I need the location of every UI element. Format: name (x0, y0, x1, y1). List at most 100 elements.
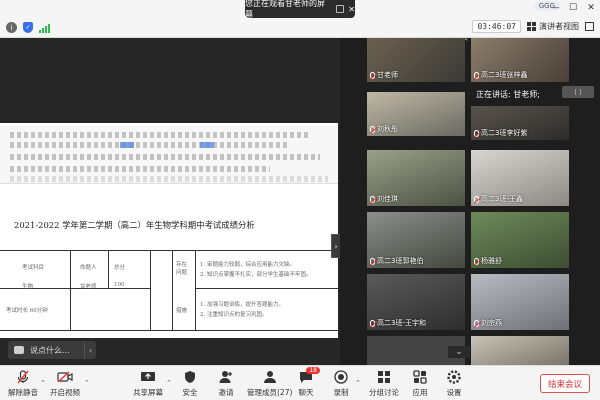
audio-options-caret[interactable]: ⌃ (40, 379, 46, 387)
minimize-button[interactable]: — (546, 0, 564, 16)
share-screen-icon (140, 370, 156, 384)
meeting-toolbar: 解除静音 ⌃ 开启视频 ⌃ 共享屏幕 ⌃ 安全 邀请 管理成员(27) 18 聊… (0, 365, 600, 400)
video-tile[interactable]: 高二3班-王宇和 (367, 274, 465, 330)
table-note: 2. 注重知识点的复习巩固。 (200, 312, 268, 318)
float-window-button[interactable]: ⟨ ⟩ (562, 86, 594, 98)
mic-muted-icon (15, 370, 31, 384)
video-tile[interactable]: 刘秋彤 (367, 92, 465, 136)
apps-label: 应用 (412, 388, 428, 397)
invite-button[interactable]: 邀请 (218, 370, 234, 398)
table-side-label: 存在问题 (176, 262, 188, 276)
share-options-caret[interactable]: ⌃ (166, 379, 172, 387)
participant-name: 高二3班-王鑫 (481, 195, 523, 203)
table-side-label: 措施 (176, 308, 188, 314)
chat-quick-input[interactable]: 说点什么... ‹ (8, 341, 96, 359)
add-user-icon (218, 370, 234, 384)
apps-button[interactable]: 应用 (412, 370, 428, 398)
camera-off-icon (57, 370, 73, 384)
video-tile[interactable]: 刘佳琪 (367, 150, 465, 206)
table-note: 1. 审题能力较弱，综合应用能力欠缺。 (200, 262, 295, 268)
start-video-label: 开启视频 (50, 388, 80, 397)
muted-mic-icon (370, 71, 375, 79)
document-toolbar (0, 126, 338, 184)
muted-mic-icon (370, 125, 375, 133)
unmute-button[interactable]: 解除静音 (8, 370, 38, 398)
collapse-gallery-button[interactable]: › (331, 234, 340, 258)
table-cell: 考试时长 60分钟 (6, 308, 48, 314)
table-cell: 甘老师 (80, 284, 97, 290)
breakout-icon (376, 370, 392, 384)
table-cell: 生物 (22, 284, 34, 290)
signal-strength-icon[interactable] (39, 23, 50, 33)
chat-unread-badge: 18 (306, 367, 320, 374)
apps-icon (412, 370, 428, 384)
chat-label: 聊天 (298, 388, 314, 397)
shield-icon[interactable]: ✓ (23, 22, 33, 33)
settings-button[interactable]: 设置 (446, 370, 462, 398)
share-screen-label: 共享屏幕 (133, 388, 163, 397)
table-cell: 命题人 (80, 265, 97, 271)
security-label: 安全 (182, 388, 198, 397)
fullscreen-icon[interactable] (585, 22, 594, 31)
share-screen-button[interactable]: 共享屏幕 (133, 370, 163, 398)
table-cell: 考试科目 (22, 265, 45, 271)
end-meeting-button[interactable]: 结束会议 (540, 374, 590, 393)
shield-icon (182, 370, 198, 384)
say-placeholder: 说点什么... (30, 345, 70, 355)
muted-mic-icon (474, 195, 479, 203)
unmute-label: 解除静音 (8, 388, 38, 397)
document-title: 2021-2022 学年第二学期（高二）年生物学科期中考试成绩分析 (14, 220, 255, 230)
collapse-input-button[interactable]: ‹ (84, 341, 96, 359)
participant-name: 杨雅舒 (481, 257, 502, 265)
info-icon[interactable]: i (6, 22, 17, 33)
chat-bubble-icon (14, 346, 24, 354)
video-options-caret[interactable]: ⌃ (84, 379, 90, 387)
table-note: 1. 加强习题训练，提升答题能力。 (200, 302, 284, 308)
breakout-rooms-button[interactable]: 分组讨论 (369, 370, 399, 398)
maximize-button[interactable]: ☐ (564, 0, 582, 16)
table-cell: 总分 (114, 265, 126, 271)
shared-screen: 2021-2022 学年第二学期（高二）年生物学科期中考试成绩分析 考试科目 命… (0, 38, 340, 365)
window-controls: — ☐ ✕ (546, 0, 600, 16)
record-label: 录制 (333, 388, 349, 397)
manage-participants-button[interactable]: 管理成员(27) (247, 370, 292, 398)
participant-name: 高二3班郭艳伯 (377, 257, 424, 265)
top-bar: 您正在观看甘老师的屏幕 ✕ GGG — ☐ ✕ i ✓ 03:46:07 演讲者… (0, 0, 600, 38)
breakout-rooms-label: 分组讨论 (369, 388, 399, 397)
participant-name: 甘老师 (377, 71, 398, 79)
screen-share-banner[interactable]: 您正在观看甘老师的屏幕 ✕ (245, 0, 355, 19)
chat-button[interactable]: 18 聊天 (298, 367, 320, 398)
start-video-button[interactable]: 开启视频 (50, 370, 80, 398)
video-tile[interactable] (471, 336, 569, 365)
video-tile[interactable]: 高二3班郭艳伯 (367, 212, 465, 268)
speaker-view-button[interactable]: 演讲者视图 (527, 21, 579, 32)
participant-name: 刘宗燕 (481, 319, 502, 327)
video-tile[interactable]: 高二3班-王鑫 (471, 150, 569, 206)
video-tile[interactable]: 甘老师 (367, 38, 465, 82)
banner-close-icon[interactable]: ✕ (348, 5, 355, 14)
close-window-button[interactable]: ✕ (582, 0, 600, 16)
share-banner-text: 您正在观看甘老师的屏幕 (245, 0, 325, 19)
video-tile[interactable]: 刘宗燕 (471, 274, 569, 330)
settings-label: 设置 (446, 388, 462, 397)
scroll-down-button[interactable]: ⌄ (448, 346, 470, 358)
active-speaker-label: 正在讲话: 甘老师; (476, 90, 540, 99)
security-button[interactable]: 安全 (182, 370, 198, 398)
video-tile[interactable]: 高二3班李好紫 (471, 106, 569, 140)
participants-icon (262, 370, 278, 384)
record-button[interactable]: 录制 (333, 370, 349, 398)
muted-mic-icon (474, 129, 479, 137)
invite-label: 邀请 (218, 388, 234, 397)
meeting-status: i ✓ (6, 22, 50, 33)
participant-name: 刘秋彤 (377, 125, 398, 133)
muted-mic-icon (370, 195, 375, 203)
manage-participants-label: 管理成员(27) (247, 388, 293, 397)
popout-icon[interactable] (336, 5, 345, 13)
record-icon (333, 370, 349, 384)
participant-name: 高二3班张梓鑫 (481, 71, 528, 79)
muted-mic-icon (474, 319, 479, 327)
gear-icon (446, 370, 462, 384)
record-options-caret[interactable]: ⌃ (355, 379, 361, 387)
video-tile[interactable]: 杨雅舒 (471, 212, 569, 268)
video-tile[interactable]: 高二3班张梓鑫 (471, 38, 569, 82)
